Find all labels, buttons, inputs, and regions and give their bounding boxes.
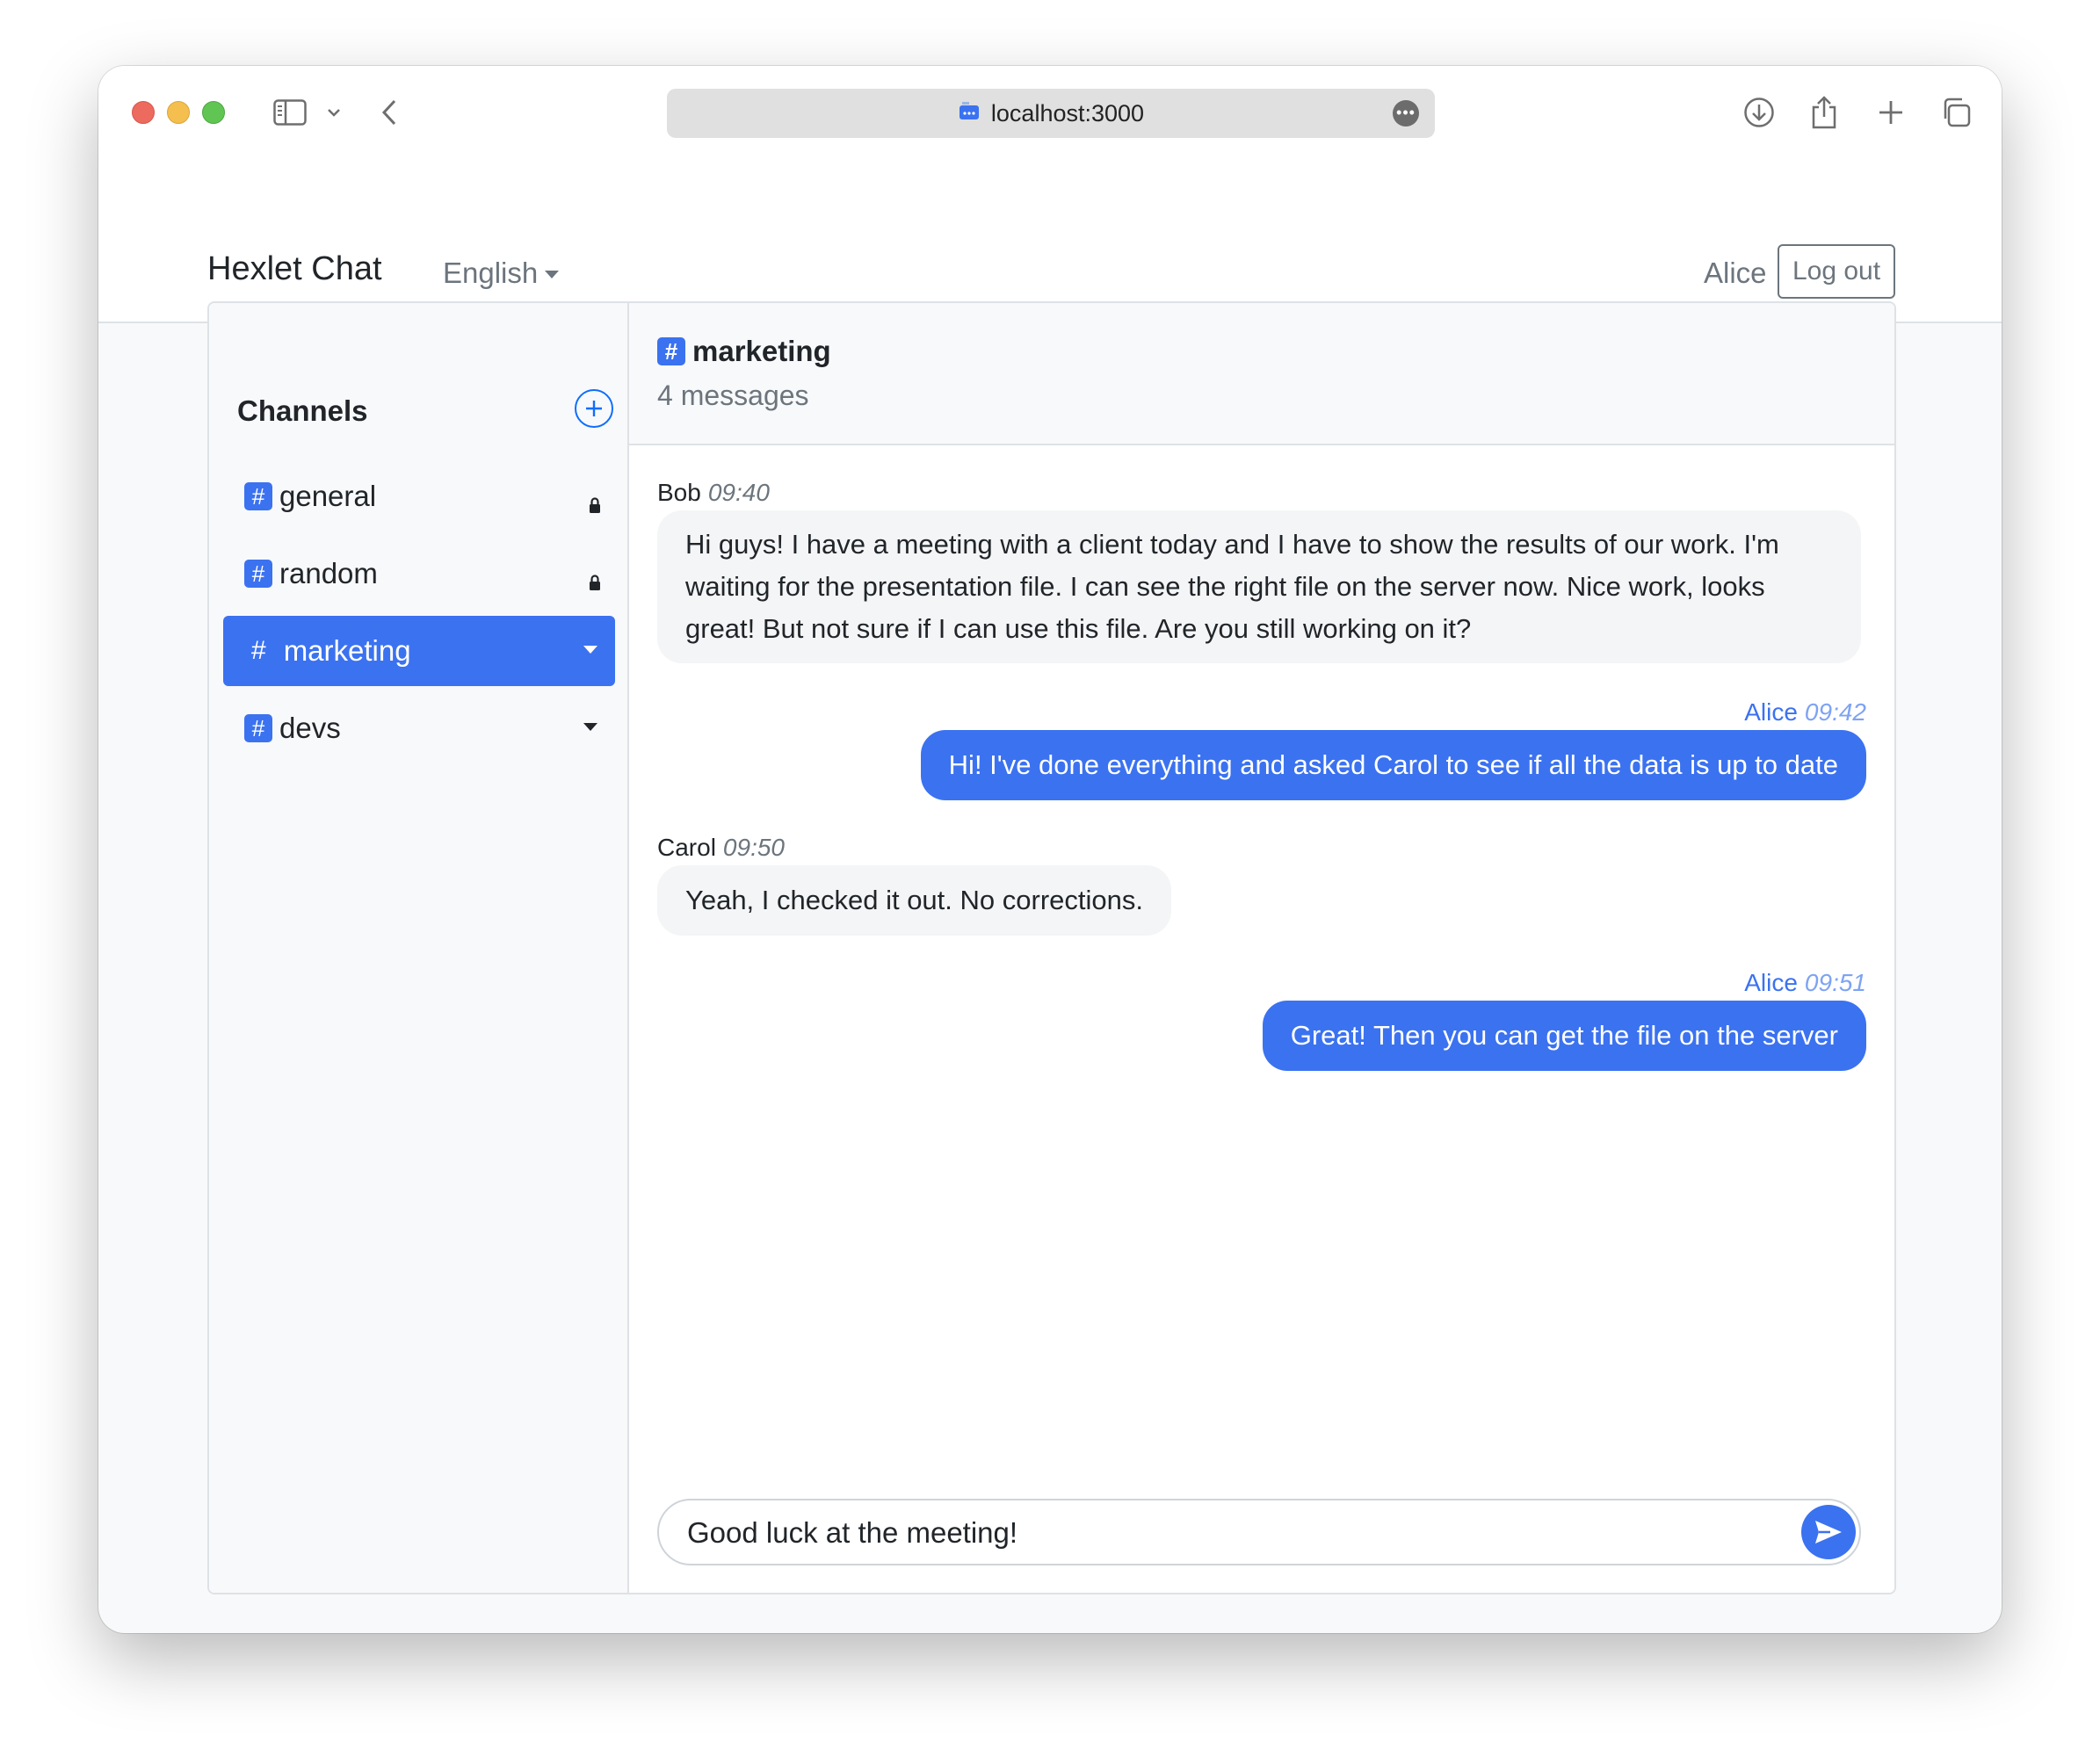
channels-title: Channels	[237, 394, 368, 427]
tabs-overview-icon[interactable]	[1938, 92, 1973, 133]
message-meta: Carol 09:50	[657, 834, 785, 862]
download-icon[interactable]	[1742, 92, 1777, 133]
brand-link[interactable]: Hexlet Chat	[207, 250, 382, 288]
channel-item-random[interactable]: # random	[223, 539, 615, 609]
new-tab-icon[interactable]	[1873, 92, 1908, 133]
url-text: localhost:3000	[990, 99, 1145, 127]
language-dropdown[interactable]: English	[443, 257, 560, 290]
back-icon[interactable]	[376, 92, 402, 133]
close-window-button[interactable]	[132, 101, 155, 124]
more-icon[interactable]: •••	[1393, 100, 1419, 127]
channel-name: marketing	[283, 634, 411, 667]
channel-menu-toggle[interactable]	[583, 646, 597, 654]
message-time: 09:51	[1804, 969, 1866, 996]
message-author: Bob	[657, 479, 701, 506]
browser-window: localhost:3000 ••• Hexlet Chat English A…	[98, 66, 2002, 1633]
caret-down-icon	[545, 270, 560, 278]
channel-title-text: marketing	[692, 335, 831, 367]
message-bubble: Great! Then you can get the file on the …	[1262, 1001, 1866, 1071]
current-username: Alice	[1704, 257, 1767, 289]
chat-header: # marketing 4 messages	[629, 303, 1894, 445]
message-author: Carol	[657, 834, 716, 861]
zoom-window-button[interactable]	[202, 101, 225, 124]
hash-icon: #	[244, 560, 272, 588]
sidebar-toggle-icon[interactable]	[271, 92, 309, 133]
channel-item-devs[interactable]: # devs	[223, 693, 615, 763]
channel-title: # marketing	[657, 335, 831, 368]
message-meta: Alice 09:51	[1744, 969, 1866, 997]
hash-icon: #	[244, 714, 272, 742]
add-channel-button[interactable]	[575, 389, 613, 428]
message-count: 4 messages	[657, 380, 809, 411]
share-icon[interactable]	[1807, 92, 1842, 133]
language-label: English	[443, 257, 539, 289]
app-navbar: Hexlet Chat English Alice Log out	[98, 158, 2002, 323]
message-author: Alice	[1744, 969, 1798, 996]
hash-icon: #	[251, 636, 266, 665]
channel-menu-toggle[interactable]	[583, 723, 597, 731]
channel-name: general	[279, 480, 377, 512]
plus-circle-icon	[586, 401, 602, 416]
channel-name: devs	[279, 712, 341, 744]
channel-item-marketing[interactable]: # marketing	[223, 616, 615, 686]
send-button[interactable]	[1801, 1505, 1856, 1559]
message-author: Alice	[1744, 698, 1798, 726]
message-composer	[657, 1499, 1861, 1565]
lock-icon	[589, 488, 601, 521]
message-bubble: Hi guys! I have a meeting with a client …	[657, 510, 1861, 663]
chat-panel: # marketing 4 messages Bob 09:40 Hi guys!…	[629, 303, 1894, 1593]
minimize-window-button[interactable]	[167, 101, 190, 124]
message-meta: Bob 09:40	[657, 479, 770, 507]
lock-icon	[589, 565, 601, 598]
message-time: 09:40	[707, 479, 770, 506]
message-input[interactable]	[687, 1513, 1759, 1553]
message-meta: Alice 09:42	[1744, 698, 1866, 727]
channels-sidebar: Channels # general # random # marketing …	[209, 303, 629, 1593]
channel-list: # general # random # marketing # devs	[223, 461, 615, 770]
browser-toolbar: localhost:3000 •••	[98, 66, 2002, 158]
hash-icon: #	[657, 337, 685, 365]
chat-card: Channels # general # random # marketing …	[207, 301, 1896, 1594]
hash-icon: #	[244, 482, 272, 510]
message-bubble: Yeah, I checked it out. No corrections.	[657, 865, 1171, 936]
chevron-down-icon[interactable]	[323, 92, 344, 133]
site-icon	[958, 100, 981, 127]
message-bubble: Hi! I've done everything and asked Carol…	[920, 730, 1866, 800]
channel-name: random	[279, 557, 378, 589]
logout-button[interactable]: Log out	[1778, 244, 1895, 299]
address-bar[interactable]: localhost:3000 •••	[667, 89, 1435, 138]
message-time: 09:50	[722, 834, 785, 861]
send-icon	[1815, 1521, 1842, 1544]
message-time: 09:42	[1804, 698, 1866, 726]
channel-item-general[interactable]: # general	[223, 461, 615, 531]
